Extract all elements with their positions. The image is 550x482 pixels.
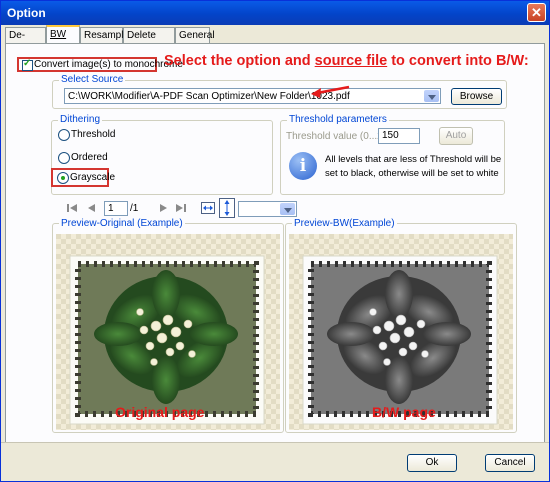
browse-button[interactable]: Browse xyxy=(451,88,502,105)
tab-delete-blank[interactable]: Delete Blank xyxy=(123,27,175,56)
instruction-annotation: Select the option and source file to con… xyxy=(164,53,529,69)
dithering-title: Dithering xyxy=(58,114,103,125)
annotation-text-after: to convert into B/W: xyxy=(387,53,529,69)
radio-grayscale[interactable] xyxy=(57,172,69,184)
window-title: Option xyxy=(7,6,46,20)
annotation-arrow-icon xyxy=(311,85,350,98)
radio-grayscale-label[interactable]: Grayscale xyxy=(70,172,115,183)
info-icon: i xyxy=(289,152,317,180)
threshold-value-input[interactable]: 150 xyxy=(378,128,420,144)
tab-general[interactable]: General xyxy=(175,27,215,43)
preview-bw-image xyxy=(289,234,513,430)
preview-original-title: Preview-Original (Example) xyxy=(59,218,185,229)
convert-checkbox-label[interactable]: Convert image(s) to monochrome xyxy=(34,59,183,70)
last-page-icon[interactable] xyxy=(174,201,188,215)
annotation-text-before: Select the option and xyxy=(164,53,315,69)
title-bar[interactable]: Option ✕ xyxy=(1,1,549,25)
radio-ordered[interactable] xyxy=(58,152,70,164)
threshold-parameters-title: Threshold parameters xyxy=(287,114,389,125)
fit-width-icon[interactable] xyxy=(201,201,215,215)
radio-ordered-label[interactable]: Ordered xyxy=(71,152,108,163)
threshold-info-line1: All levels that are less of Threshold wi… xyxy=(325,154,502,165)
convert-checkbox[interactable] xyxy=(22,58,33,71)
annotation-text-underlined: source file xyxy=(314,53,388,69)
convert-checkbox-highlight: Convert image(s) to monochrome xyxy=(17,57,183,72)
first-page-icon[interactable] xyxy=(65,201,79,215)
radio-threshold[interactable] xyxy=(58,129,70,141)
close-button[interactable]: ✕ xyxy=(527,3,546,22)
threshold-info-line2: set to black, otherwise will be set to w… xyxy=(325,168,499,179)
bw-page-annotation: B/W page xyxy=(372,404,436,420)
option-dialog: Option ✕ De-Skew BW Resample Delete Blan… xyxy=(0,0,550,482)
source-path-text: C:\WORK\Modifier\A-PDF Scan Optimizer\Ne… xyxy=(68,91,350,102)
preview-original-frame: Preview-Original (Example) Original page xyxy=(52,218,284,433)
select-source-title: Select Source xyxy=(59,74,126,85)
tab-resample[interactable]: Resample xyxy=(80,27,129,43)
preview-bw-frame: Preview-BW(Example) B/W page xyxy=(285,218,517,433)
tab-bw[interactable]: BW xyxy=(46,25,80,44)
button-bar-divider xyxy=(1,442,549,443)
source-path-combo[interactable]: C:\WORK\Modifier\A-PDF Scan Optimizer\Ne… xyxy=(64,88,441,104)
cancel-button[interactable]: Cancel xyxy=(485,454,535,472)
preview-bw-title: Preview-BW(Example) xyxy=(292,218,397,229)
page-number-input[interactable]: 1 xyxy=(104,201,128,216)
original-page-annotation: Original page xyxy=(115,404,205,420)
previous-page-icon[interactable] xyxy=(85,201,99,215)
fit-height-icon[interactable] xyxy=(219,198,235,218)
next-page-icon[interactable] xyxy=(156,201,170,215)
chevron-down-icon[interactable] xyxy=(424,90,439,102)
radio-threshold-label[interactable]: Threshold xyxy=(71,129,115,140)
tab-de-skew[interactable]: De-Skew xyxy=(5,27,46,56)
zoom-combo[interactable] xyxy=(238,201,297,217)
preview-original-image xyxy=(56,234,280,430)
auto-button[interactable]: Auto xyxy=(439,127,473,145)
page-total-label: /1 xyxy=(130,203,139,214)
ok-button[interactable]: Ok xyxy=(407,454,457,472)
zoom-chevron-down-icon[interactable] xyxy=(280,203,295,215)
